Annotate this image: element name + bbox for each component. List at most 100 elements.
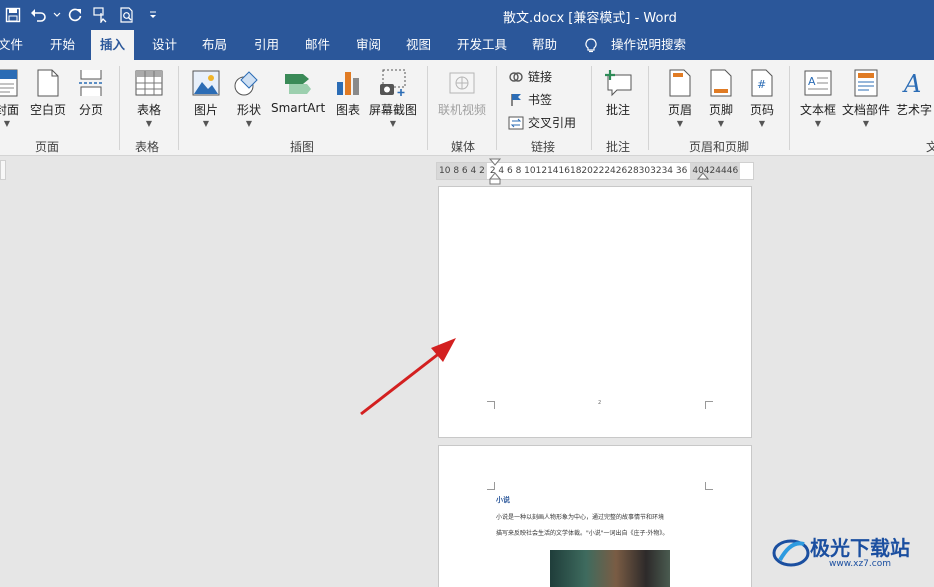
- watermark-url: www.xz7.com: [829, 559, 891, 569]
- group-label-header-footer: 页眉和页脚: [689, 140, 750, 154]
- bookmark-button[interactable]: 书签: [508, 91, 552, 108]
- wordart-button[interactable]: A 艺术字: [896, 68, 932, 118]
- ruler-left-margin: 10 8 6 4 2: [437, 163, 487, 179]
- group-separator: [119, 66, 120, 150]
- group-label-text: 文: [926, 140, 934, 154]
- print-preview-icon[interactable]: [114, 2, 140, 28]
- smartart-label: SmartArt: [271, 101, 326, 115]
- chevron-down-icon: ▼: [814, 119, 822, 128]
- shapes-button[interactable]: 形状 ▼: [234, 68, 264, 128]
- text-box-icon: A: [803, 68, 833, 98]
- blank-page-button[interactable]: 空白页: [30, 68, 66, 118]
- quick-access-toolbar: [0, 0, 166, 30]
- footer-button[interactable]: 页脚 ▼: [706, 68, 736, 128]
- group-label-links: 链接: [531, 140, 556, 154]
- ribbon: 封面 ▼ 空白页 分页 页面 表格 ▼ 表格 图片 ▼ 形状 ▼ SmartAr…: [0, 60, 934, 156]
- screenshot-label: 屏幕截图: [369, 103, 418, 117]
- customize-icon[interactable]: [140, 2, 166, 28]
- shapes-label: 形状: [236, 103, 261, 117]
- tab-file[interactable]: 文件: [0, 30, 23, 60]
- table-icon: [134, 68, 164, 98]
- ruler-text-area: 2 4 6 8 10121416182022242628303234 36: [489, 166, 688, 176]
- margin-corner-mark: [705, 401, 713, 409]
- tab-home[interactable]: 开始: [50, 30, 75, 60]
- footer-label: 页脚: [708, 103, 733, 117]
- header-label: 页眉: [667, 103, 692, 117]
- undo-icon[interactable]: [26, 2, 52, 28]
- cross-reference-button[interactable]: 交叉引用: [508, 114, 576, 131]
- document-page-1[interactable]: 2: [438, 186, 752, 438]
- page-break-icon: [76, 68, 106, 98]
- chevron-down-icon: ▼: [202, 119, 210, 128]
- cover-page-button[interactable]: 封面 ▼: [0, 68, 22, 128]
- indent-marker-icon[interactable]: [489, 158, 501, 186]
- tab-view[interactable]: 视图: [406, 30, 431, 60]
- link-label: 链接: [528, 70, 553, 84]
- cover-page-icon: [0, 68, 22, 98]
- screenshot-button[interactable]: 屏幕截图 ▼: [369, 68, 417, 128]
- group-label-illustrations: 插图: [290, 140, 315, 154]
- tab-review[interactable]: 审阅: [356, 30, 381, 60]
- chart-icon: [333, 68, 363, 98]
- table-label: 表格: [136, 103, 161, 117]
- page-number-icon: #: [747, 68, 777, 98]
- tab-insert[interactable]: 插入: [91, 30, 135, 60]
- svg-text:A: A: [902, 70, 921, 97]
- watermark-logo-icon: [772, 539, 810, 567]
- page-number-button[interactable]: # 页码 ▼: [747, 68, 777, 128]
- wordart-label: 艺术字: [896, 103, 933, 117]
- lightbulb-icon: [585, 38, 597, 56]
- new-comment-button[interactable]: 批注: [603, 68, 633, 118]
- document-paragraph-line: 小说是一种以刻画人物形象为中心，通过完整的故事情节和环境: [496, 514, 665, 521]
- document-page-2[interactable]: 小说 小说是一种以刻画人物形象为中心，通过完整的故事情节和环境 描写来反映社会生…: [438, 445, 752, 587]
- group-separator: [496, 66, 497, 150]
- chevron-down-icon: ▼: [389, 119, 397, 128]
- undo-dropdown-icon[interactable]: [52, 2, 62, 28]
- margin-corner-mark: [487, 482, 495, 490]
- save-icon[interactable]: [0, 2, 26, 28]
- chevron-down-icon: ▼: [3, 119, 11, 128]
- blank-page-label: 空白页: [30, 103, 67, 117]
- group-separator: [591, 66, 592, 150]
- page-break-button[interactable]: 分页: [76, 68, 106, 118]
- group-label-comments: 批注: [606, 140, 631, 154]
- redo-icon[interactable]: [62, 2, 88, 28]
- quick-parts-icon: [851, 68, 881, 98]
- site-watermark: 极光下载站 www.xz7.com: [772, 536, 910, 570]
- page-break-label: 分页: [78, 103, 103, 117]
- text-box-button[interactable]: A 文本框 ▼: [800, 68, 836, 128]
- chart-button[interactable]: 图表: [333, 68, 363, 118]
- tab-developer[interactable]: 开发工具: [457, 30, 507, 60]
- link-icon: [508, 69, 524, 85]
- tell-me-search[interactable]: 操作说明搜索: [611, 30, 686, 60]
- annotation-arrow-icon: [360, 338, 456, 416]
- chevron-down-icon: ▼: [862, 119, 870, 128]
- document-photo[interactable]: [550, 550, 670, 587]
- pictures-button[interactable]: 图片 ▼: [191, 68, 221, 128]
- tab-help[interactable]: 帮助: [532, 30, 557, 60]
- tab-references[interactable]: 引用: [254, 30, 279, 60]
- group-label-pages: 页面: [35, 140, 60, 154]
- right-indent-marker-icon[interactable]: [697, 168, 709, 180]
- ribbon-tabs: 文件 开始 插入 设计 布局 引用 邮件 审阅 视图 开发工具 帮助 操作说明搜…: [0, 30, 934, 60]
- cross-reference-label: 交叉引用: [528, 116, 577, 130]
- smartart-button[interactable]: SmartArt: [271, 68, 325, 115]
- header-button[interactable]: 页眉 ▼: [665, 68, 695, 128]
- link-button[interactable]: 链接: [508, 68, 552, 85]
- online-video-button[interactable]: 联机视频: [438, 68, 486, 118]
- document-paragraph-line: 描写来反映社会生活的文学体裁。"小说"一词出自《庄子·外物》。: [496, 530, 669, 537]
- smartart-icon: [283, 68, 313, 98]
- tab-mailings[interactable]: 邮件: [305, 30, 330, 60]
- cover-page-label: 封面: [0, 103, 19, 117]
- chevron-down-icon: ▼: [145, 119, 153, 128]
- comment-label: 批注: [605, 103, 630, 117]
- svg-text:#: #: [757, 78, 766, 91]
- group-separator: [178, 66, 179, 150]
- touch-mode-icon[interactable]: [88, 2, 114, 28]
- quick-parts-button[interactable]: 文档部件 ▼: [842, 68, 890, 128]
- tab-design[interactable]: 设计: [152, 30, 177, 60]
- pictures-label: 图片: [193, 103, 218, 117]
- table-button[interactable]: 表格 ▼: [134, 68, 164, 128]
- tab-layout[interactable]: 布局: [202, 30, 227, 60]
- blank-page-icon: [33, 68, 63, 98]
